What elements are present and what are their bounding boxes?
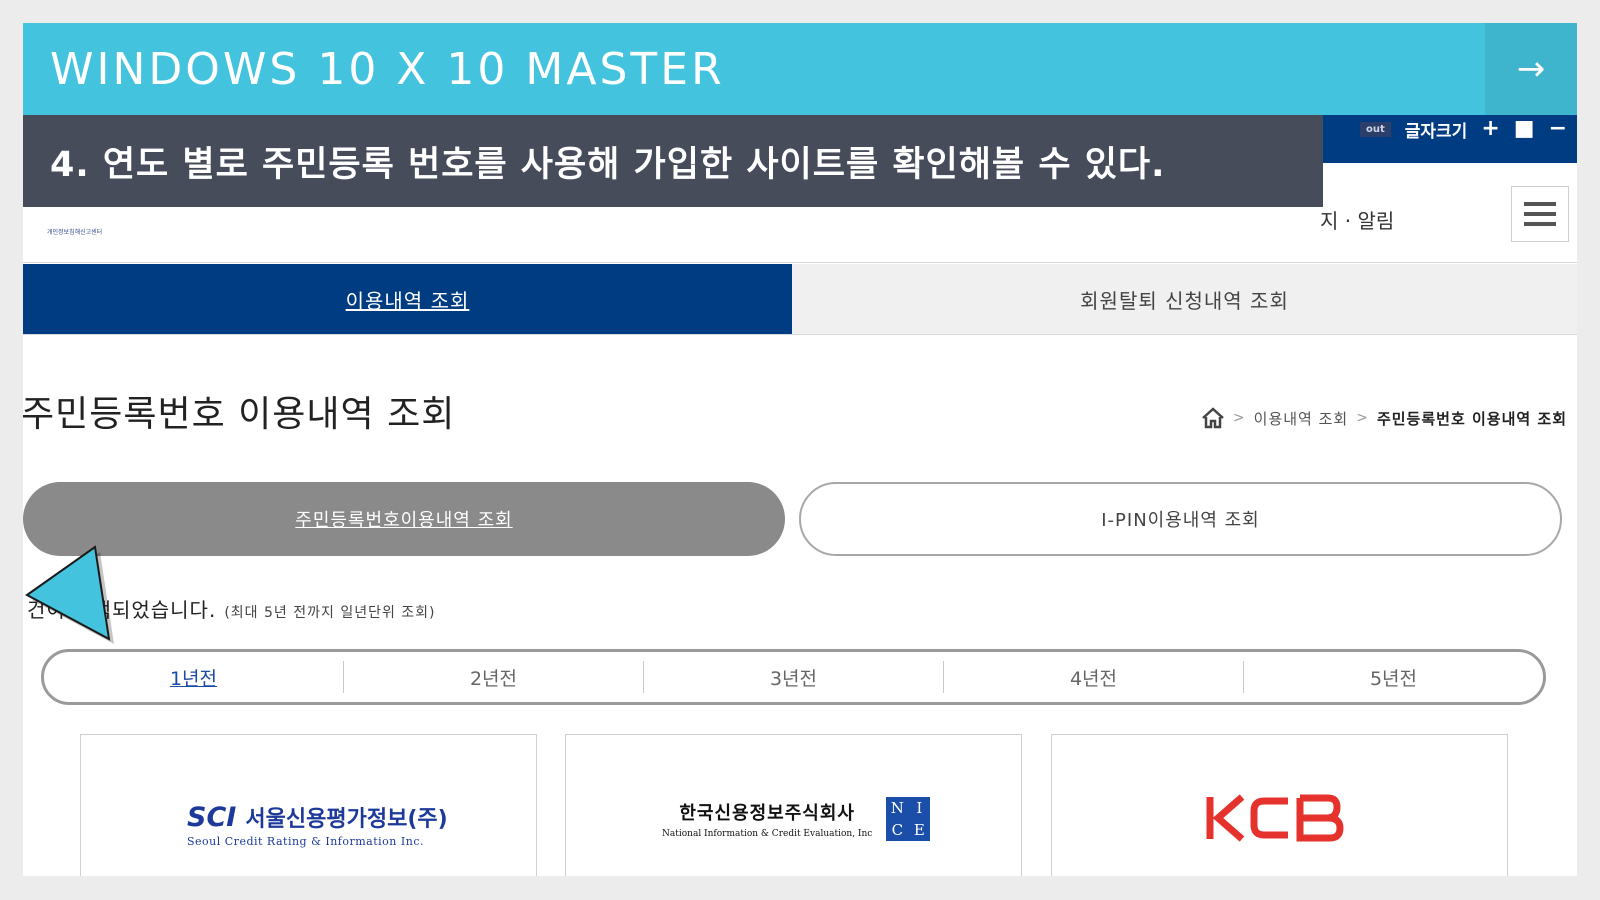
tab-usage-history[interactable]: 이용내역 조회 xyxy=(23,264,792,334)
nice-logo: 한국신용정보주식회사 National Information & Credit… xyxy=(662,797,931,841)
breadcrumb-current: 주민등록번호 이용내역 조회 xyxy=(1376,409,1567,428)
result-note: (최대 5년 전까지 일년단위 조회) xyxy=(224,605,436,621)
main-tabs: 이용내역 조회 회원탈퇴 신청내역 조회 xyxy=(23,264,1577,335)
bureau-card-kcb[interactable] xyxy=(1051,734,1508,876)
year-tab-3[interactable]: 3년전 xyxy=(644,661,944,693)
year-tab-5[interactable]: 5년전 xyxy=(1244,661,1543,693)
sci-english-name: Seoul Credit Rating & Information Inc. xyxy=(187,835,424,848)
bureau-card-nice[interactable]: 한국신용정보주식회사 National Information & Credit… xyxy=(565,734,1022,876)
tab-withdrawal-history[interactable]: 회원탈퇴 신청내역 조회 xyxy=(792,264,1577,334)
menu-icon[interactable] xyxy=(1511,186,1569,242)
sub-tabs: 주민등록번호이용내역 조회 I-PIN이용내역 조회 xyxy=(23,482,1564,556)
year-tab-1[interactable]: 1년전 xyxy=(44,661,344,693)
slide: out 글자크기 + ■ − 개인정보침해신고센터 지 · 알림 이용내역 조회… xyxy=(23,23,1577,876)
breadcrumb-level1[interactable]: 이용내역 조회 xyxy=(1254,408,1349,429)
sci-korean-name: 서울신용평가정보(주) xyxy=(245,807,448,832)
font-size-minus-button[interactable]: − xyxy=(1549,118,1567,140)
year-tab-4[interactable]: 4년전 xyxy=(944,661,1244,693)
year-tab-2[interactable]: 2년전 xyxy=(344,661,644,693)
bureau-card-sci[interactable]: SCI 서울신용평가정보(주) Seoul Credit Rating & In… xyxy=(80,734,537,876)
topbar-pill[interactable]: out xyxy=(1359,121,1391,137)
slide-title-banner: WINDOWS 10 X 10 MASTER → xyxy=(23,23,1577,115)
sci-logo: SCI 서울신용평가정보(주) Seoul Credit Rating & In… xyxy=(187,801,448,848)
breadcrumb: > 이용내역 조회 > 주민등록번호 이용내역 조회 xyxy=(1201,407,1567,429)
home-icon[interactable] xyxy=(1201,407,1225,429)
breadcrumb-separator: > xyxy=(1356,410,1369,426)
font-size-reset-button[interactable]: ■ xyxy=(1514,118,1535,140)
sci-logo-mark: SCI xyxy=(187,802,237,833)
nice-english-name: National Information & Credit Evaluation… xyxy=(662,829,873,839)
font-size-plus-button[interactable]: + xyxy=(1481,118,1499,140)
caption-box: 4. 연도 별로 주민등록 번호를 사용해 가입한 사이트를 확인해볼 수 있다… xyxy=(23,115,1323,207)
year-tabs: 1년전 2년전 3년전 4년전 5년전 xyxy=(41,649,1546,705)
subtab-ipin-usage[interactable]: I-PIN이용내역 조회 xyxy=(799,482,1562,556)
topbar-tools: out 글자크기 + ■ − xyxy=(1359,115,1567,143)
pointer-arrow-icon xyxy=(25,545,114,644)
notice-link[interactable]: 지 · 알림 xyxy=(1320,205,1394,234)
nice-logo-mark: N I C E xyxy=(886,797,931,841)
arrow-right-icon[interactable]: → xyxy=(1485,23,1577,115)
font-size-label: 글자크기 xyxy=(1404,121,1468,142)
page-title: 주민등록번호 이용내역 조회 xyxy=(23,394,456,435)
slide-title: WINDOWS 10 X 10 MASTER xyxy=(50,43,725,95)
site-logo[interactable]: 개인정보침해신고센터 xyxy=(47,227,102,236)
breadcrumb-separator: > xyxy=(1232,410,1246,426)
kcb-logo xyxy=(1206,794,1344,842)
nice-korean-name: 한국신용정보주식회사 xyxy=(679,803,855,824)
caption-text: 4. 연도 별로 주민등록 번호를 사용해 가입한 사이트를 확인해볼 수 있다… xyxy=(50,144,1166,185)
